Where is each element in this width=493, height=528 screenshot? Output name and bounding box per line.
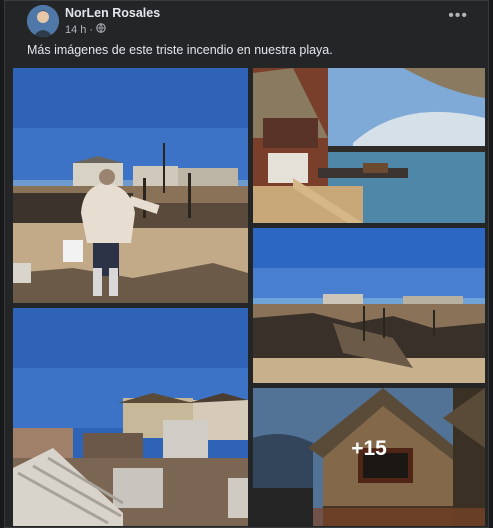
feed-post: NorLen Rosales 14 h · ••• Más imágenes d…: [4, 0, 489, 528]
author-name[interactable]: NorLen Rosales: [65, 6, 160, 20]
photo-2[interactable]: [253, 68, 485, 223]
post-time[interactable]: 14 h: [65, 24, 86, 36]
more-photos-count[interactable]: +15: [253, 388, 485, 526]
author-avatar[interactable]: [27, 5, 59, 37]
meta-separator: ·: [89, 23, 94, 36]
post-caption: Más imágenes de este triste incendio en …: [27, 43, 333, 57]
more-options-icon[interactable]: •••: [448, 7, 468, 25]
photo-4[interactable]: [13, 308, 248, 526]
photo-1[interactable]: [13, 68, 248, 303]
globe-icon: [96, 23, 106, 36]
post-meta: 14 h ·: [65, 23, 106, 36]
photo-grid: +15: [13, 68, 485, 526]
photo-5-more[interactable]: +15: [253, 388, 485, 526]
photo-3[interactable]: [253, 228, 485, 383]
